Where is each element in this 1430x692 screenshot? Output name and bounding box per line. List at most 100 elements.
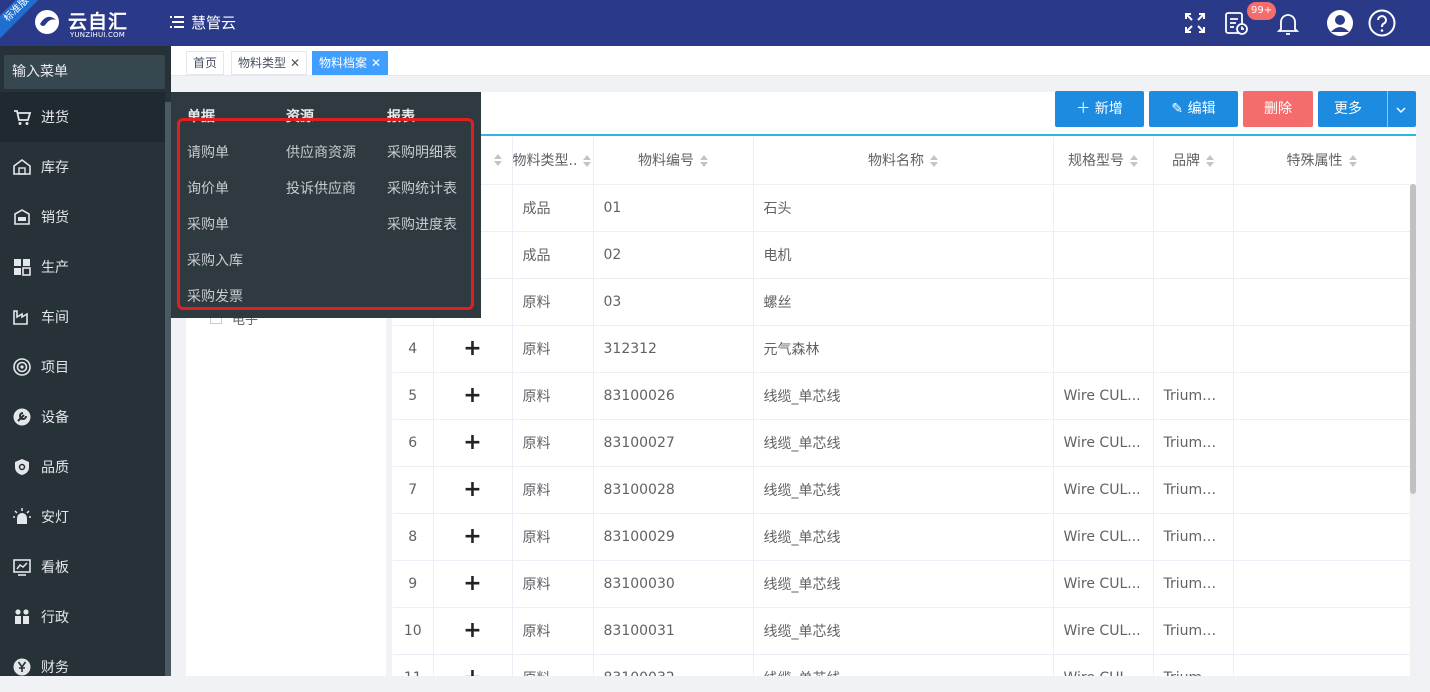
sidebar-item[interactable]: 项目 <box>0 342 165 392</box>
sidebar-item[interactable]: 进货 <box>0 92 165 142</box>
column-header[interactable]: 特殊属性 <box>1233 137 1410 185</box>
close-icon[interactable]: ✕ <box>371 56 381 70</box>
column-header[interactable]: 规格型号 <box>1053 137 1154 185</box>
column-header[interactable]: 物料名称 <box>753 137 1054 185</box>
close-icon[interactable]: ✕ <box>290 56 300 70</box>
menu-toggle-icon[interactable] <box>170 12 184 32</box>
sidebar-item[interactable]: 销货 <box>0 192 165 242</box>
table-row[interactable]: 10 + 原料 83100031 线缆_单芯线 Wire CUL... Triump... <box>393 607 1410 655</box>
tab-label: 物料类型 <box>238 56 287 70</box>
menu-search-input[interactable]: 输入菜单 <box>4 55 165 89</box>
help-icon[interactable] <box>1367 8 1397 38</box>
sidebar-item[interactable]: 看板 <box>0 542 165 592</box>
sidebar-item[interactable]: 安灯 <box>0 492 165 542</box>
delete-button[interactable]: 删除 <box>1243 91 1313 127</box>
sort-icon[interactable] <box>700 155 708 168</box>
user-avatar-icon[interactable] <box>1325 8 1355 38</box>
material-name-cell: 元气森林 <box>753 325 1054 373</box>
scrollbar-thumb[interactable] <box>1410 184 1416 494</box>
logo-icon <box>35 10 59 34</box>
spec-cell <box>1053 325 1154 373</box>
table-row[interactable]: +成品02电机 <box>393 231 1410 279</box>
material-type-cell: 原料 <box>512 372 594 420</box>
bell-icon[interactable] <box>1273 8 1303 38</box>
add-button-label: 新增 <box>1094 101 1123 117</box>
expand-row-icon[interactable]: + <box>433 466 513 514</box>
table-row[interactable]: +成品01石头 <box>393 184 1410 232</box>
table-row[interactable]: 6 + 原料 83100027 线缆_单芯线 Wire CUL... Triump... <box>393 419 1410 467</box>
logo[interactable]: 云自汇 YUNZIHUI.COM <box>30 6 140 40</box>
wrench-icon <box>12 407 32 427</box>
sidebar-item[interactable]: 财务 <box>0 642 165 692</box>
material-name-cell: 线缆_单芯线 <box>753 372 1054 420</box>
spec-cell: Wire CUL... <box>1053 607 1154 655</box>
sort-icon[interactable] <box>1206 155 1214 168</box>
row-index: 4 <box>393 325 434 373</box>
row-index: 10 <box>393 607 434 655</box>
sidebar-item[interactable]: 品质 <box>0 442 165 492</box>
edit-button-label: 编辑 <box>1187 101 1216 117</box>
sort-icon[interactable] <box>493 154 502 167</box>
material-type-cell: 原料 <box>512 513 594 561</box>
spec-cell: Wire CUL... <box>1053 654 1154 676</box>
spec-cell: Wire CUL... <box>1053 513 1154 561</box>
sidebar-item[interactable]: 生产 <box>0 242 165 292</box>
tab-material-type[interactable]: 物料类型 ✕ <box>231 51 308 75</box>
table-row[interactable]: 7 + 原料 83100028 线缆_单芯线 Wire CUL... Triump... <box>393 466 1410 514</box>
sidebar-item[interactable]: 设备 <box>0 392 165 442</box>
material-type-cell: 原料 <box>512 419 594 467</box>
column-header[interactable]: 物料类型.. <box>512 137 594 185</box>
material-name-cell: 线缆_单芯线 <box>753 513 1054 561</box>
material-name-cell: 螺丝 <box>753 278 1054 326</box>
cart-icon <box>12 107 32 127</box>
app-name: 慧管云 <box>191 14 237 32</box>
material-type-cell: 成品 <box>512 184 594 232</box>
table-scrollbar[interactable] <box>1410 184 1416 676</box>
alarm-light-icon <box>12 507 32 527</box>
table-row[interactable]: 11+原料83100032线缆_单芯线Wire CUL...Triump... <box>393 654 1410 676</box>
sidebar-item-label: 车间 <box>41 310 69 326</box>
row-index: 8 <box>393 513 434 561</box>
column-header[interactable]: 物料编号 <box>593 137 754 185</box>
edit-button[interactable]: ✎ 编辑 <box>1149 91 1238 127</box>
table-row[interactable]: 4 + 原料 312312 元气森林 <box>393 325 1410 373</box>
expand-row-icon[interactable]: + <box>433 372 513 420</box>
sort-icon[interactable] <box>583 155 592 168</box>
add-button[interactable]: ＋ 新增 <box>1055 91 1144 127</box>
material-code-cell: 83100032 <box>593 654 754 676</box>
sidebar-item-label: 进货 <box>41 110 69 126</box>
sort-icon[interactable] <box>1130 155 1138 168</box>
material-type-cell: 原料 <box>512 278 594 326</box>
tab-material-archive[interactable]: 物料档案 ✕ <box>312 51 389 75</box>
sort-icon[interactable] <box>930 155 938 168</box>
sidebar-item-label: 品质 <box>41 460 69 476</box>
expand-row-icon[interactable]: + <box>433 560 513 608</box>
material-name-cell: 线缆_单芯线 <box>753 466 1054 514</box>
material-type-cell: 成品 <box>512 231 594 279</box>
sidebar-item-label: 销货 <box>41 210 69 226</box>
sidebar-item[interactable]: 车间 <box>0 292 165 342</box>
table-row[interactable]: 8 + 原料 83100029 线缆_单芯线 Wire CUL... Triump... <box>393 513 1410 561</box>
expand-row-icon[interactable]: + <box>433 325 513 373</box>
spec-cell <box>1053 231 1154 279</box>
expand-row-icon[interactable]: + <box>433 607 513 655</box>
chevron-down-icon[interactable] <box>1394 103 1408 117</box>
material-type-cell: 原料 <box>512 607 594 655</box>
table-row[interactable]: 5 + 原料 83100026 线缆_单芯线 Wire CUL... Triump... <box>393 372 1410 420</box>
grid-blocks-icon <box>12 257 32 277</box>
sidebar-item[interactable]: 库存 <box>0 142 165 192</box>
table-row[interactable]: 9 + 原料 83100030 线缆_单芯线 Wire CUL... Triump... <box>393 560 1410 608</box>
expand-row-icon[interactable]: + <box>433 419 513 467</box>
expand-row-icon[interactable]: + <box>433 513 513 561</box>
top-bar: 标准版 云自汇 YUNZIHUI.COM 慧管云 99+ <box>0 0 1430 46</box>
expand-row-icon[interactable]: + <box>433 654 513 676</box>
column-header[interactable]: 品牌 <box>1153 137 1234 185</box>
sidebar-item[interactable]: 行政 <box>0 592 165 642</box>
table-row[interactable]: +原料03螺丝 <box>393 278 1410 326</box>
sort-icon[interactable] <box>1348 155 1357 168</box>
more-button[interactable]: 更多 <box>1318 91 1416 127</box>
material-code-cell: 83100027 <box>593 419 754 467</box>
fullscreen-icon[interactable] <box>1180 8 1210 38</box>
tab-home[interactable]: 首页 <box>186 51 225 75</box>
brand-cell: Triump... <box>1153 513 1234 561</box>
